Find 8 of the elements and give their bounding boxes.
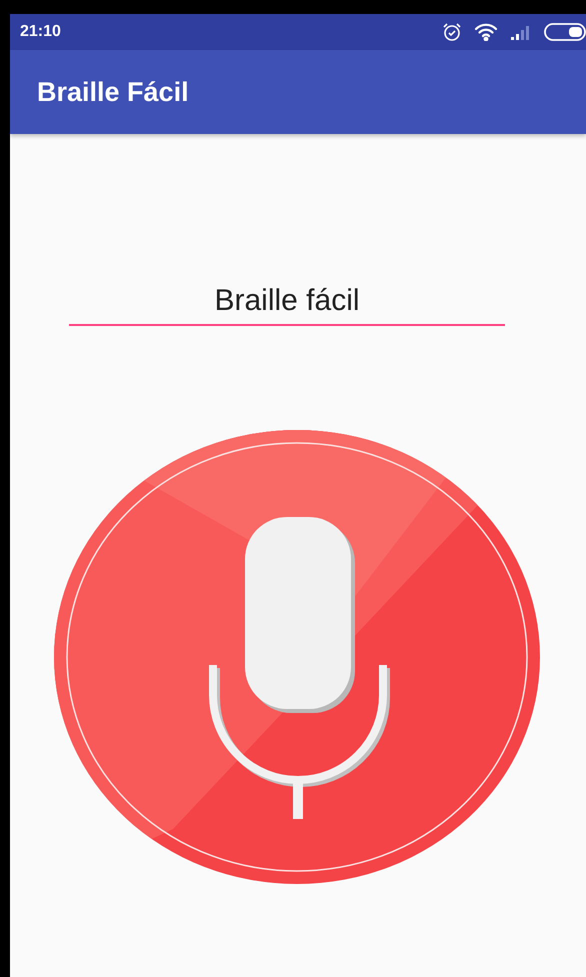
app-title: Braille Fácil — [37, 76, 189, 108]
signal-icon — [510, 24, 532, 40]
alarm-clock-icon — [442, 22, 462, 42]
microphone-button[interactable] — [53, 429, 541, 885]
battery-icon — [544, 23, 586, 41]
text-field[interactable]: Braille fácil — [69, 284, 505, 326]
status-time: 21:10 — [20, 23, 61, 41]
wifi-icon — [474, 23, 498, 41]
